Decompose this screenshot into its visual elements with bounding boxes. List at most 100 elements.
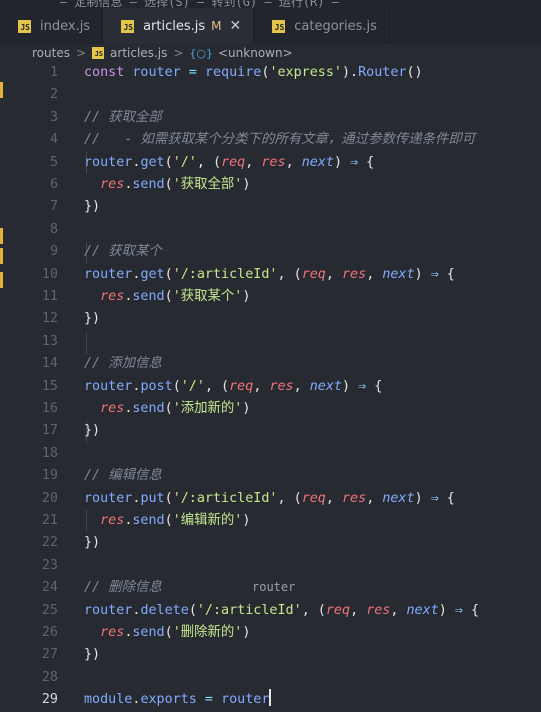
code-text: }) xyxy=(84,644,100,666)
code-line[interactable]: 22}) xyxy=(0,532,541,554)
code-token: . xyxy=(132,692,141,708)
code-token: ( xyxy=(172,378,181,394)
javascript-file-icon: JS xyxy=(121,19,135,33)
code-token: send xyxy=(132,401,165,416)
code-token: send xyxy=(132,513,165,528)
code-token: ( xyxy=(164,625,173,640)
code-line[interactable]: 16 res.send('添加新的') xyxy=(0,398,541,420)
code-token: ⇒ xyxy=(350,154,359,170)
code-line[interactable]: 9 // 获取某个 xyxy=(0,241,541,263)
code-line[interactable]: 25 router.delete('/:articleId', (req, res… xyxy=(0,600,541,622)
code-line[interactable]: 14 // 添加信息 xyxy=(0,353,541,375)
tab-articles-js[interactable]: JS articles.js M ✕ xyxy=(103,8,255,44)
code-line[interactable]: 13 xyxy=(0,331,541,353)
code-token: router xyxy=(84,266,133,282)
code-line[interactable]: 5 router.get('/', (req, res, next) ⇒ { xyxy=(0,152,541,174)
line-number: 6 xyxy=(49,177,58,192)
code-text: // 获取全部 xyxy=(84,107,162,129)
code-line[interactable]: 27}) xyxy=(0,644,541,666)
editor-tab-bar: JS index.js JS articles.js M ✕ JS catego… xyxy=(0,8,541,44)
close-tab-icon[interactable]: ✕ xyxy=(230,18,242,34)
line-number: 8 xyxy=(49,221,58,237)
code-line[interactable]: 6 res.send('获取全部') xyxy=(0,174,541,196)
code-token: { xyxy=(366,378,383,394)
breadcrumb-symbol[interactable]: <unknown> xyxy=(218,46,293,60)
code-line[interactable]: 11 res.send('获取某个') xyxy=(0,286,541,308)
code-line[interactable]: 15 router.post('/', (req, res, next) ⇒ { xyxy=(0,376,541,398)
title-strip: — 定制信息 — 选择(S) — 转到(G) — 运行(R) — xyxy=(0,0,541,9)
line-number: 18 xyxy=(41,445,58,461)
tab-index-js[interactable]: JS index.js xyxy=(0,8,104,44)
code-line[interactable]: 18 xyxy=(0,443,541,465)
code-token: router xyxy=(132,65,181,80)
line-number: 20 xyxy=(41,490,58,506)
code-token: ). xyxy=(342,65,359,80)
code-token: () xyxy=(406,65,423,80)
breadcrumb-file[interactable]: articles.js xyxy=(110,46,167,60)
code-line[interactable]: 21 res.send('编辑新的') xyxy=(0,510,541,532)
breadcrumb: routes > JS articles.js > {○} <unknown> xyxy=(0,44,541,62)
code-token: next xyxy=(406,602,439,618)
breadcrumb-folder[interactable]: routes xyxy=(32,46,70,60)
code-text: }) xyxy=(84,532,100,554)
line-number: 19 xyxy=(41,468,58,484)
code-line[interactable]: 23 xyxy=(0,555,541,577)
code-line[interactable]: 10 router.get('/:articleId', (req, res, n… xyxy=(0,264,541,286)
code-token: res xyxy=(366,602,391,618)
code-token: 'express' xyxy=(269,65,342,80)
code-token: '/:articleId' xyxy=(172,490,278,506)
tab-categories-js[interactable]: JS categories.js xyxy=(254,8,390,44)
code-token: , xyxy=(325,266,342,282)
code-line[interactable]: 3 // 获取全部 xyxy=(0,107,541,129)
code-token: , ( xyxy=(277,490,302,506)
code-text: res.send('编辑新的') xyxy=(84,510,250,532)
chevron-right-icon: > xyxy=(173,46,184,60)
code-line[interactable]: 12}) xyxy=(0,308,541,330)
code-token: '/' xyxy=(180,378,205,394)
code-text: res.send('获取某个') xyxy=(84,286,250,308)
code-token: router xyxy=(84,602,133,618)
code-line[interactable]: 28 xyxy=(0,667,541,689)
code-token: res xyxy=(100,625,125,640)
code-text: res.send('删除新的') xyxy=(84,622,250,644)
code-line[interactable]: 7}) xyxy=(0,196,541,218)
code-line[interactable]: 8 xyxy=(0,219,541,241)
code-line[interactable]: 29 module.exports = router xyxy=(0,689,541,711)
code-token: ( xyxy=(164,266,173,282)
code-line[interactable]: 4 // - 如需获取某个分类下的所有文章，通过参数传递条件即可 xyxy=(0,129,541,151)
code-token: '编辑新的' xyxy=(172,513,243,528)
code-line[interactable]: 20 router.put('/:articleId', (req, res, n… xyxy=(0,488,541,510)
autocomplete-hint: router xyxy=(252,580,296,594)
text-cursor xyxy=(269,689,272,707)
code-line[interactable]: 1 const router = require('express').Route… xyxy=(0,62,541,84)
code-token: ) xyxy=(438,602,455,618)
code-line[interactable]: 19 // 编辑信息 xyxy=(0,465,541,487)
code-token: ( xyxy=(164,513,173,528)
code-token: send xyxy=(132,289,165,304)
code-text: router.get('/:articleId', (req, res, nex… xyxy=(84,264,455,286)
code-token: ( xyxy=(164,177,173,192)
line-number: 1 xyxy=(49,65,58,80)
code-token: , ( xyxy=(277,266,302,282)
code-token: , xyxy=(366,266,383,282)
code-token: req xyxy=(301,490,326,506)
code-token: . xyxy=(132,602,141,618)
code-token: ( xyxy=(164,401,173,416)
code-token: ⇒ xyxy=(454,602,463,618)
code-line[interactable]: 2 xyxy=(0,84,541,106)
chevron-right-icon: > xyxy=(75,46,87,60)
line-number: 13 xyxy=(41,333,58,349)
code-token: // 添加信息 xyxy=(84,356,162,372)
code-token: ⇒ xyxy=(358,378,367,394)
code-editor[interactable]: 1 const router = require('express').Route… xyxy=(0,62,541,707)
code-token: exports xyxy=(140,692,197,708)
code-line[interactable]: 26 res.send('删除新的') xyxy=(0,622,541,644)
code-line[interactable]: 17}) xyxy=(0,420,541,442)
code-token: res xyxy=(100,401,125,416)
code-text: }) xyxy=(84,420,100,442)
code-token: '获取全部' xyxy=(172,177,243,192)
symbol-braces-icon: {○} xyxy=(189,46,213,60)
